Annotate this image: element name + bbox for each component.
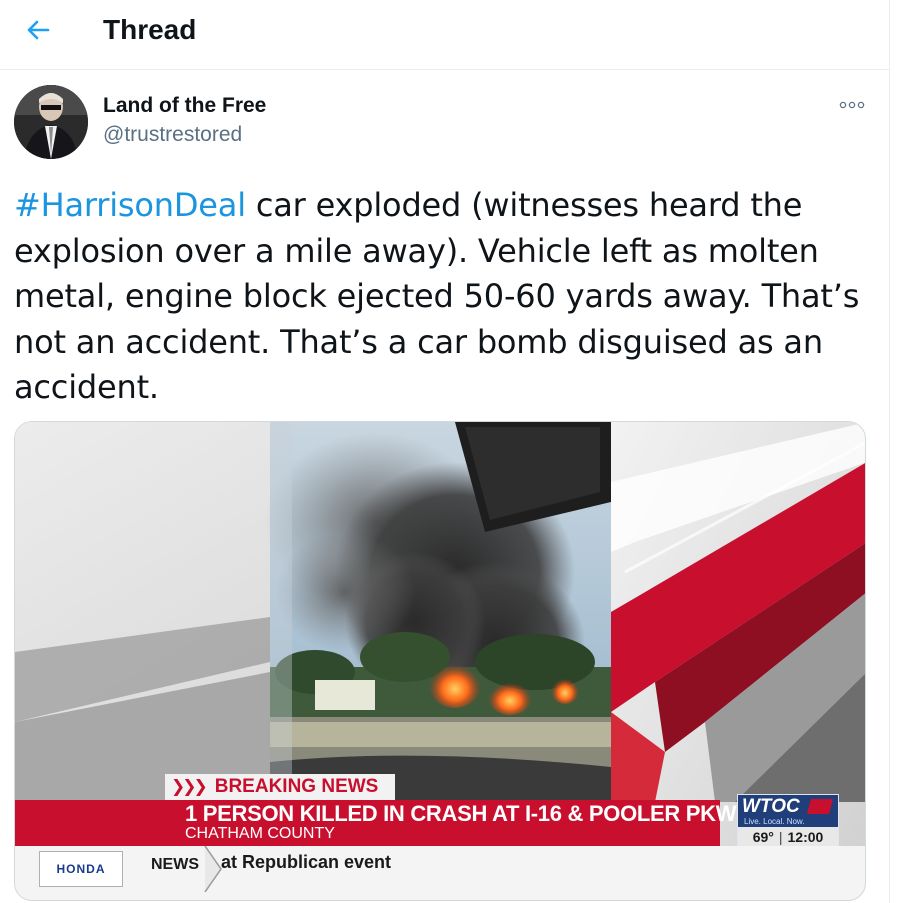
avatar[interactable] — [14, 85, 88, 159]
news-subhead: CHATHAM COUNTY — [185, 825, 335, 842]
station-logo: WTOC — [742, 796, 800, 817]
breaking-news-label: BREAKING NEWS — [214, 776, 379, 797]
sponsor-logo: HONDA — [39, 851, 123, 887]
station-tagline: Live. Local. Now. — [744, 817, 805, 826]
main-column: Thread Land of the Free @trustrestored #… — [0, 0, 890, 903]
author-display-name[interactable]: Land of the Free — [103, 93, 266, 119]
more-options-button[interactable] — [832, 92, 872, 118]
more-options-icon — [839, 101, 865, 109]
station-weather-time: 69° | 12:00 — [738, 827, 838, 846]
ticker-text: at Republican event — [221, 852, 392, 872]
back-button[interactable] — [18, 12, 58, 48]
news-lower-third: 1 PERSON KILLED IN CRASH AT I-16 & POOLE… — [15, 800, 751, 846]
station-logo-mark — [806, 799, 834, 814]
station-time: 12:00 — [787, 828, 824, 845]
tweet-text: #HarrisonDeal car exploded (witnesses he… — [14, 183, 864, 411]
ticker-chevron-icon — [204, 846, 222, 892]
thread-header: Thread — [0, 0, 889, 70]
station-temperature: 69° — [752, 828, 774, 845]
hashtag-link[interactable]: #HarrisonDeal — [14, 186, 246, 224]
arrow-left-icon — [27, 20, 50, 40]
breaking-news-tag: ❯❯❯ BREAKING NEWS — [165, 774, 395, 800]
news-ticker: HONDA NEWS at Republican event — [15, 846, 865, 900]
page-title: Thread — [103, 14, 197, 45]
breaking-arrows-icon: ❯❯❯ — [171, 777, 208, 797]
news-headline: 1 PERSON KILLED IN CRASH AT I-16 & POOLE… — [185, 801, 751, 826]
tweet-media-video[interactable]: ❯❯❯ BREAKING NEWS 1 PERSON KILLED IN CRA… — [14, 421, 866, 901]
station-bug: WTOC Live. Local. Now. 69° | 12:00 — [737, 794, 839, 846]
ticker-label: NEWS — [151, 856, 199, 873]
author-handle[interactable]: @trustrestored — [103, 122, 242, 148]
